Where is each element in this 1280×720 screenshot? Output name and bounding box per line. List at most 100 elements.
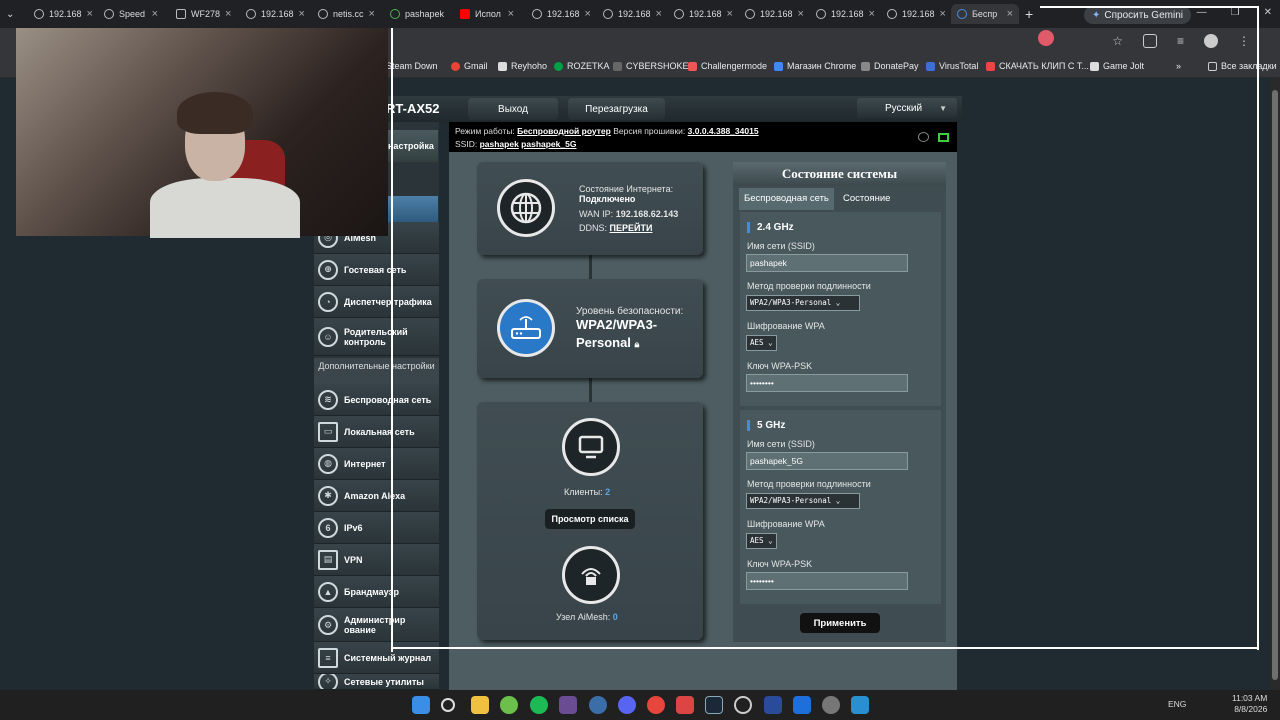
close-icon[interactable]: × — [940, 8, 946, 20]
sidebar-item-firewall[interactable]: ▲ Брандмауэр — [314, 576, 439, 608]
all-bookmarks[interactable]: Все закладки — [1208, 61, 1277, 71]
close-window-icon[interactable]: ✕ — [1264, 7, 1272, 18]
close-icon[interactable]: × — [727, 8, 733, 20]
sidebar-item-wireless[interactable]: ≋ Беспроводная сеть — [314, 384, 439, 416]
sidebar-item-traffic-manager[interactable]: ◔ Диспетчер трафика — [314, 286, 439, 318]
close-icon[interactable]: × — [225, 8, 231, 20]
app-icon[interactable] — [589, 696, 607, 714]
close-icon[interactable]: × — [152, 8, 158, 20]
app-icon[interactable] — [764, 696, 782, 714]
app-icon[interactable] — [676, 696, 694, 714]
close-icon[interactable]: × — [1007, 8, 1013, 20]
close-icon[interactable]: × — [798, 8, 804, 20]
apply-button[interactable]: Применить — [800, 613, 880, 633]
spotify-icon[interactable] — [530, 696, 548, 714]
firmware-link[interactable]: 3.0.0.4.388_34015 — [688, 126, 759, 136]
close-icon[interactable]: × — [369, 8, 375, 20]
browser-tab[interactable]: 192.168 × — [28, 4, 94, 24]
browser-tab[interactable]: Speed × — [98, 4, 164, 24]
enc-5-select[interactable]: AES ⌄ — [746, 533, 777, 549]
start-icon[interactable] — [412, 696, 430, 714]
tab-search-button[interactable]: ⌄ — [0, 4, 22, 24]
menu-icon[interactable]: ⋮ — [1238, 34, 1250, 48]
tab-wireless[interactable]: Беспроводная сеть — [739, 188, 834, 210]
bookmark-item[interactable]: CYBERSHOKE — [613, 61, 689, 71]
bookmark-item[interactable]: СКАЧАТЬ КЛИП С Т... — [986, 61, 1089, 71]
browser-tab[interactable]: 192.168 × — [881, 4, 947, 24]
language-select[interactable]: Русский ▼ — [857, 98, 957, 118]
view-list-button[interactable]: Просмотр списка — [545, 509, 635, 529]
bookmark-item[interactable]: Gmail — [451, 61, 488, 71]
browser-tab[interactable]: netis.cc × — [312, 4, 378, 24]
profile-avatar[interactable] — [1204, 34, 1218, 48]
close-icon[interactable]: × — [869, 8, 875, 20]
app-icon[interactable] — [851, 696, 869, 714]
auth-5-select[interactable]: WPA2/WPA3-Personal ⌄ — [746, 493, 860, 509]
close-icon[interactable]: × — [656, 8, 662, 20]
sidebar-item-parental-control[interactable]: ☺ Родительский контроль — [314, 318, 439, 356]
usb-status-icon[interactable] — [938, 133, 949, 142]
bookmarks-overflow[interactable]: » — [1176, 61, 1181, 71]
browser-tab[interactable]: WF278 × — [170, 4, 236, 24]
tab-status[interactable]: Состояние — [838, 188, 895, 210]
browser-tab[interactable]: 192.168 × — [526, 4, 592, 24]
globe-icon[interactable] — [497, 179, 555, 237]
ssid-5-input[interactable]: pashapek_5G — [746, 452, 908, 470]
browser-tab[interactable]: Испол × — [454, 4, 520, 24]
enc-24-select[interactable]: AES ⌄ — [746, 335, 777, 351]
sidebar-item-guest-network[interactable]: ⊕ Гостевая сеть — [314, 254, 439, 286]
users-icon[interactable] — [918, 132, 929, 142]
app-icon[interactable] — [500, 696, 518, 714]
media-icon[interactable]: ≡ — [1177, 34, 1184, 48]
sidebar-item-wan[interactable]: ◍ Интернет — [314, 448, 439, 480]
gemini-button[interactable]: ✦ Спросить Gemini — [1084, 6, 1191, 24]
ssid-24-input[interactable]: pashapek — [746, 254, 908, 272]
file-explorer-icon[interactable] — [471, 696, 489, 714]
bookmark-item[interactable]: Game Jolt — [1090, 61, 1144, 71]
close-icon[interactable]: × — [585, 8, 591, 20]
scrollbar-thumb[interactable] — [1272, 90, 1278, 680]
close-icon[interactable]: × — [508, 8, 514, 20]
sidebar-item-administration[interactable]: ⚙ Администрирование — [314, 608, 439, 642]
chrome-icon[interactable] — [647, 696, 665, 714]
sidebar-item-selected[interactable] — [386, 196, 438, 222]
bookmark-item[interactable]: VirusTotal — [926, 61, 978, 71]
browser-tab[interactable]: pashapek× — [384, 4, 450, 24]
discord-icon[interactable] — [618, 696, 636, 714]
app-icon[interactable] — [559, 696, 577, 714]
psk-5-input[interactable]: •••••••• — [746, 572, 908, 590]
aimesh-node-icon[interactable] — [562, 546, 620, 604]
app-icon[interactable] — [734, 696, 752, 714]
browser-tab[interactable]: 192.168 × — [739, 4, 805, 24]
psk-24-input[interactable]: •••••••• — [746, 374, 908, 392]
sidebar-item-ipv6[interactable]: 6 IPv6 — [314, 512, 439, 544]
new-tab-button[interactable]: + — [1025, 6, 1033, 22]
bookmark-item[interactable]: Steam Down — [386, 61, 438, 71]
minimize-icon[interactable]: — — [1197, 7, 1207, 18]
logout-button[interactable]: Выход — [468, 98, 558, 120]
sidebar-item-network-tools[interactable]: ✧ Сетевые утилиты — [314, 674, 439, 690]
extension-hello-kitty-icon[interactable] — [1038, 30, 1054, 46]
bookmark-item[interactable]: DonatePay — [861, 61, 919, 71]
ddns-link[interactable]: ПЕРЕЙТИ — [610, 223, 653, 233]
quick-setup-item[interactable]: настройка — [386, 130, 438, 162]
ssid-link-5[interactable]: pashapek_5G — [521, 139, 576, 149]
router-icon[interactable] — [497, 299, 555, 357]
star-icon[interactable]: ☆ — [1112, 34, 1123, 48]
close-icon[interactable]: × — [299, 8, 305, 20]
steam-icon[interactable] — [705, 696, 723, 714]
close-icon[interactable]: × — [87, 8, 93, 20]
extensions-icon[interactable] — [1142, 34, 1157, 48]
sidebar-item-alexa[interactable]: ✱ Amazon Alexa — [314, 480, 439, 512]
system-clock[interactable]: 11:03 AM 8/8/2026 — [1232, 693, 1267, 715]
browser-tab[interactable]: 192.168 × — [668, 4, 734, 24]
search-icon[interactable] — [441, 698, 455, 712]
ssid-link-24[interactable]: pashapek — [480, 139, 519, 149]
app-icon[interactable] — [793, 696, 811, 714]
browser-tab[interactable]: 192.168 × — [597, 4, 663, 24]
system-tray-lang[interactable]: ENG — [1168, 699, 1186, 709]
auth-24-select[interactable]: WPA2/WPA3-Personal ⌄ — [746, 295, 860, 311]
browser-tab[interactable]: 192.168 × — [240, 4, 306, 24]
reboot-button[interactable]: Перезагрузка — [568, 98, 665, 120]
sidebar-item-lan[interactable]: ▭ Локальная сеть — [314, 416, 439, 448]
